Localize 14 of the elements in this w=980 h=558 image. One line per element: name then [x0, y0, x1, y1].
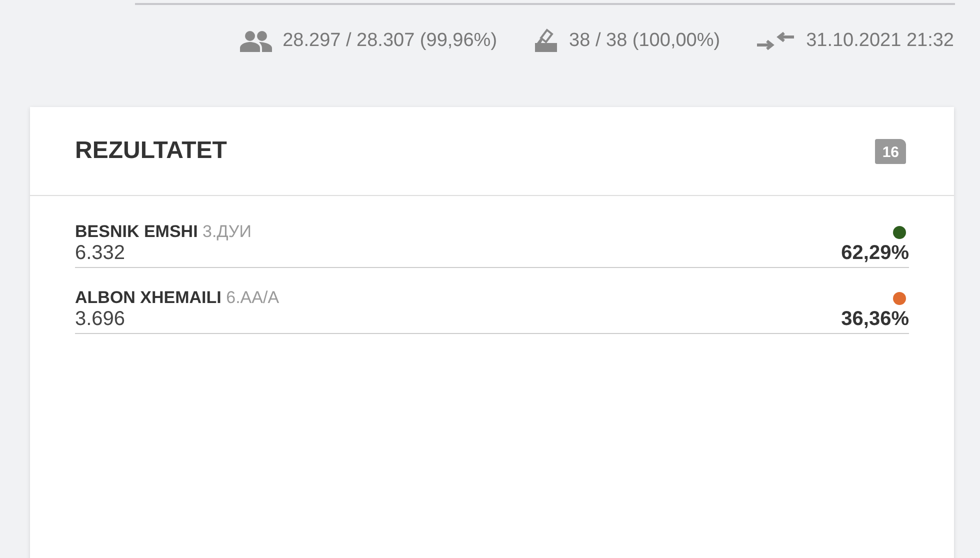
- vote-percent: 36,36%: [841, 308, 909, 331]
- candidate-name: ALBON XHEMAILI 6.АА/А: [75, 288, 280, 308]
- count-badge: 16: [875, 138, 906, 164]
- swap-arrows-icon: [756, 29, 796, 53]
- vote-count: 3.696: [75, 308, 126, 331]
- vote-percent: 62,29%: [841, 242, 909, 265]
- vote-count: 6.332: [75, 242, 126, 265]
- card-title: REZULTATET: [75, 137, 227, 165]
- people-icon: [238, 30, 273, 52]
- ballot-box-icon: [533, 28, 560, 54]
- candidate-name: BESNIK EMSHI 3.ДУИ: [75, 222, 252, 242]
- stat-text: 28.297 / 28.307 (99,96%): [282, 30, 498, 52]
- stat-text: 31.10.2021 21:32: [806, 30, 954, 52]
- stat-text: 38 / 38 (100,00%): [569, 30, 720, 52]
